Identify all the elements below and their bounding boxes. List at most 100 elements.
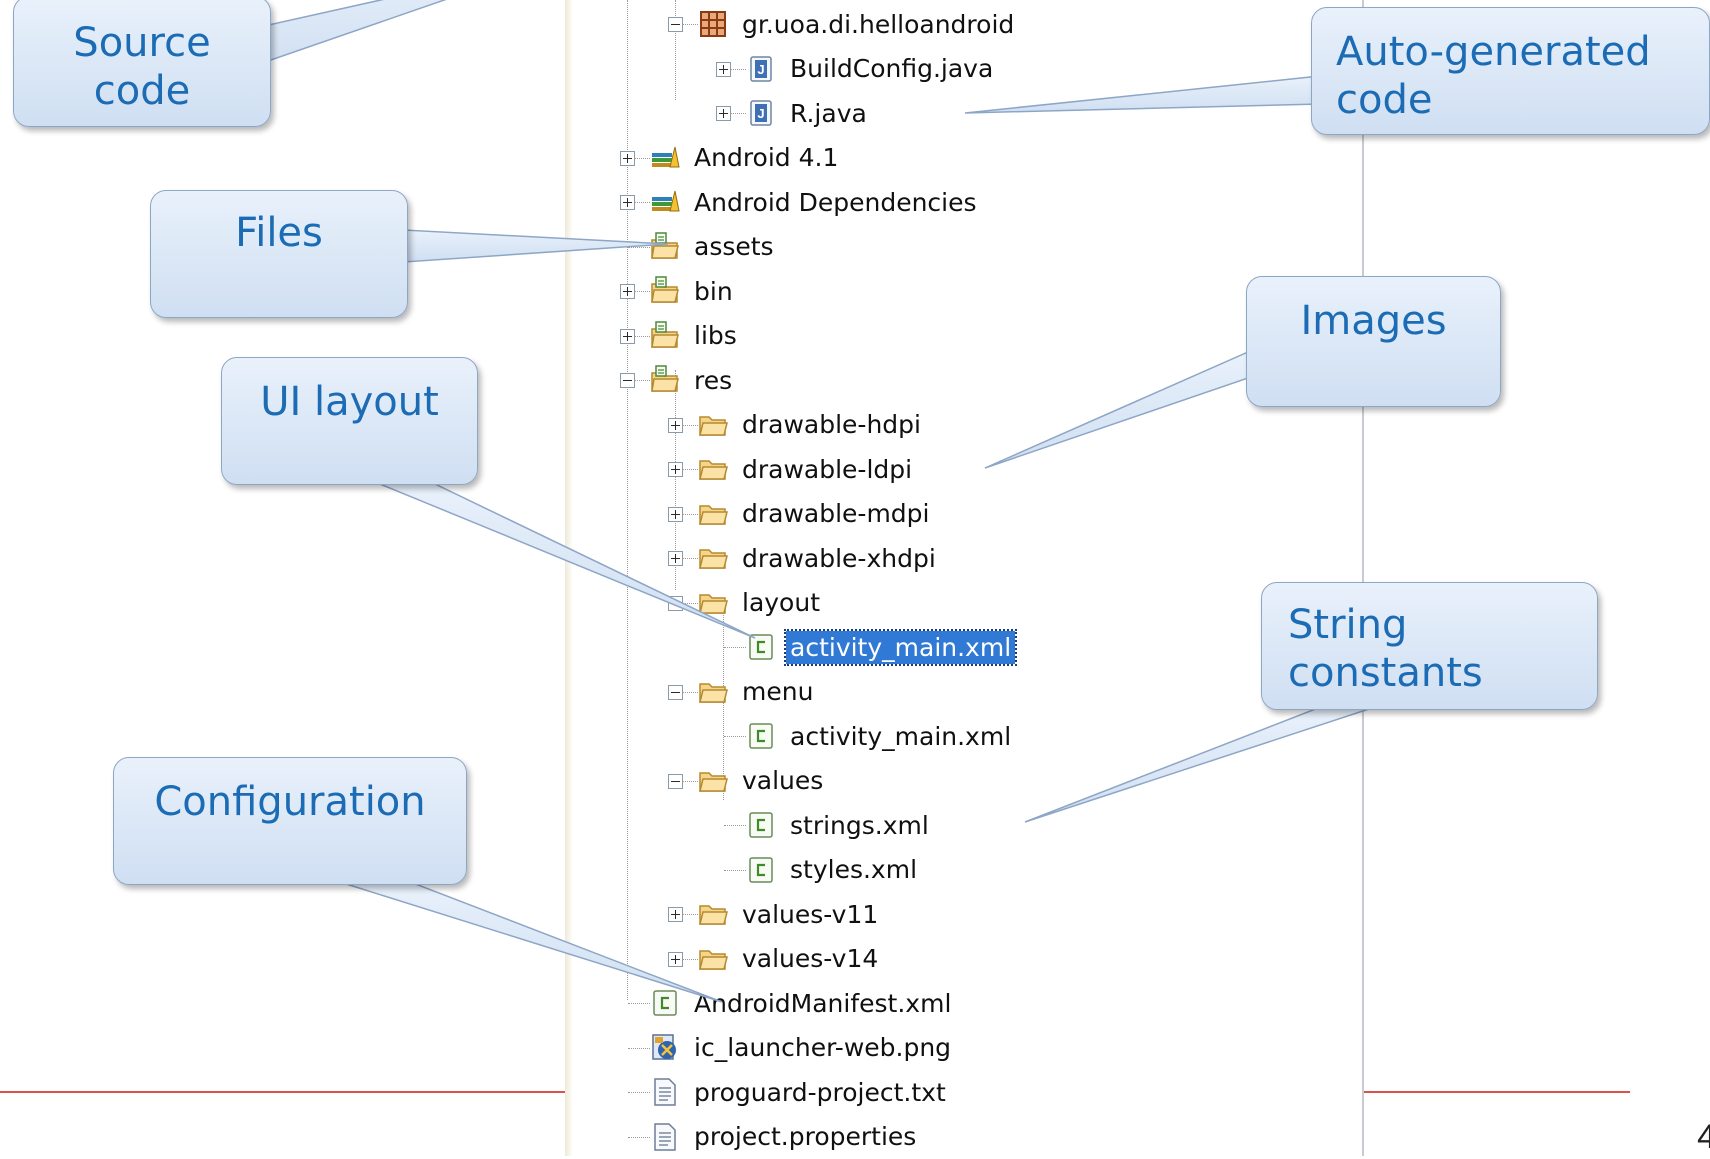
- tree-item-r-java[interactable]: R.java: [786, 91, 871, 135]
- callout-auto-generated: Auto-generated code: [1311, 7, 1710, 135]
- tree-item-menu[interactable]: menu: [738, 670, 817, 714]
- tree-item-project-properties[interactable]: project.properties: [690, 1115, 920, 1159]
- source-code-pointer: [234, 0, 447, 74]
- tree-connector: [724, 647, 746, 649]
- tree-item-libs[interactable]: libs: [690, 314, 741, 358]
- collapse-toggle[interactable]: [668, 595, 683, 611]
- tree-item-label: drawable-mdpi: [742, 499, 930, 528]
- folder-icon: [698, 766, 728, 796]
- tree-guide-line: [675, 0, 677, 100]
- callout-files: Files: [150, 190, 408, 318]
- tree-item-label: menu: [742, 677, 814, 706]
- tree-item-buildconfig-java[interactable]: BuildConfig.java: [786, 47, 997, 91]
- source-folder-icon: [650, 320, 680, 351]
- folder-icon: [698, 454, 728, 484]
- tree-connector: [628, 246, 650, 249]
- tree-item-drawable-xhdpi[interactable]: drawable-xhdpi: [738, 536, 940, 580]
- callout-auto-generated-line2: code: [1336, 77, 1433, 123]
- tree-item-label: drawable-hdpi: [742, 410, 921, 439]
- expand-toggle[interactable]: [668, 951, 683, 967]
- source-folder-icon: [650, 365, 680, 395]
- tree-item-proguard-project-txt[interactable]: proguard-project.txt: [690, 1070, 950, 1114]
- tree-item-layout[interactable]: layout: [738, 581, 824, 625]
- callout-images-label: Images: [1300, 298, 1447, 344]
- expand-toggle[interactable]: [620, 284, 635, 299]
- expand-toggle[interactable]: [668, 506, 683, 522]
- tree-item-values-v11[interactable]: values-v11: [738, 892, 882, 936]
- callout-string-constants-line2: constants: [1288, 650, 1483, 696]
- source-folder-icon: [650, 276, 680, 306]
- xml-file-icon: [746, 721, 776, 751]
- collapse-toggle[interactable]: [668, 773, 683, 789]
- package-icon: [698, 9, 728, 39]
- callout-auto-generated-line1: Auto-generated: [1336, 29, 1651, 75]
- tree-item-activity-main-xml[interactable]: activity_main.xml: [783, 625, 1018, 669]
- tree-item-label: activity_main.xml: [790, 721, 1012, 751]
- expand-toggle[interactable]: [668, 907, 683, 922]
- tree-item-styles-xml[interactable]: styles.xml: [786, 848, 921, 892]
- expand-toggle[interactable]: [716, 61, 731, 77]
- expand-toggle[interactable]: [620, 195, 635, 210]
- svg-text:J: J: [757, 62, 764, 77]
- tree-item-ic-launcher-web-png[interactable]: ic_launcher-web.png: [690, 1026, 955, 1070]
- library-icon: [650, 143, 680, 173]
- tree-item-strings-xml[interactable]: strings.xml: [786, 803, 933, 847]
- collapse-toggle[interactable]: [668, 17, 683, 32]
- tree-item-label: drawable-ldpi: [742, 454, 913, 484]
- java-file-icon: J: [746, 54, 776, 84]
- tree-item-drawable-mdpi[interactable]: drawable-mdpi: [738, 492, 934, 536]
- tree-item-android-dependencies[interactable]: Android Dependencies: [690, 180, 981, 224]
- callout-ui-layout: UI layout: [221, 357, 478, 485]
- java-file-icon: J: [746, 98, 776, 128]
- xml-file-icon: [746, 855, 776, 885]
- tree-item-label: AndroidManifest.xml: [694, 988, 952, 1018]
- tree-item-label: project.properties: [694, 1122, 917, 1151]
- tree-connector: [628, 1047, 650, 1050]
- tree-item-values[interactable]: values: [738, 759, 827, 803]
- collapse-toggle[interactable]: [668, 684, 683, 700]
- tree-item-bin[interactable]: bin: [690, 269, 737, 313]
- tree-item-label: strings.xml: [790, 810, 929, 840]
- tree-item-label: bin: [694, 276, 733, 306]
- tree-item-drawable-ldpi[interactable]: drawable-ldpi: [738, 447, 916, 491]
- expand-toggle[interactable]: [716, 106, 731, 121]
- expand-toggle[interactable]: [620, 328, 635, 344]
- folder-icon: [698, 899, 728, 929]
- tree-item-label: gr.uoa.di.helloandroid: [742, 9, 1015, 39]
- tree-item-res[interactable]: res: [690, 358, 736, 402]
- tree-item-label: ic_launcher-web.png: [694, 1033, 952, 1062]
- package-explorer-panel[interactable]: [565, 0, 1364, 1156]
- expand-toggle[interactable]: [668, 462, 683, 477]
- callout-source-code-line2: code: [93, 68, 191, 114]
- tree-item-android-4-1[interactable]: Android 4.1: [690, 136, 842, 180]
- callout-string-constants-line1: String: [1288, 602, 1408, 648]
- panel-shade: [565, 0, 573, 1156]
- tree-connector: [724, 869, 746, 872]
- tree-item-label: Android 4.1: [694, 143, 839, 172]
- library-icon: [650, 187, 680, 217]
- folder-icon: [698, 677, 728, 707]
- callout-string-constants: String constants: [1261, 582, 1598, 710]
- tree-item-values-v14[interactable]: values-v14: [738, 937, 882, 981]
- expand-toggle[interactable]: [668, 551, 683, 566]
- tree-item-label: values-v11: [742, 899, 879, 929]
- tree-item-label: drawable-xhdpi: [742, 543, 936, 573]
- svg-text:J: J: [757, 106, 764, 121]
- image-file-icon: [650, 1033, 680, 1063]
- tree-item-label: layout: [742, 588, 821, 617]
- tree-item-drawable-hdpi[interactable]: drawable-hdpi: [738, 403, 925, 447]
- tree-item-activity-main-xml[interactable]: activity_main.xml: [786, 714, 1015, 758]
- tree-item-label: activity_main.xml: [783, 628, 1018, 666]
- expand-toggle[interactable]: [668, 417, 683, 433]
- collapse-toggle[interactable]: [620, 373, 635, 388]
- tree-item-androidmanifest-xml[interactable]: AndroidManifest.xml: [690, 981, 955, 1025]
- tree-item-label: BuildConfig.java: [790, 54, 994, 83]
- slide-rule-right: [1361, 1091, 1630, 1093]
- folder-icon: [698, 944, 728, 974]
- tree-item-assets[interactable]: assets: [690, 225, 778, 269]
- expand-toggle[interactable]: [620, 150, 635, 166]
- tree-item-gr-uoa-di-helloandroid[interactable]: gr.uoa.di.helloandroid: [738, 2, 1018, 46]
- callout-source-code: Source code: [13, 0, 271, 127]
- callout-ui-layout-label: UI layout: [260, 379, 439, 425]
- tree-item-label: values: [742, 766, 824, 795]
